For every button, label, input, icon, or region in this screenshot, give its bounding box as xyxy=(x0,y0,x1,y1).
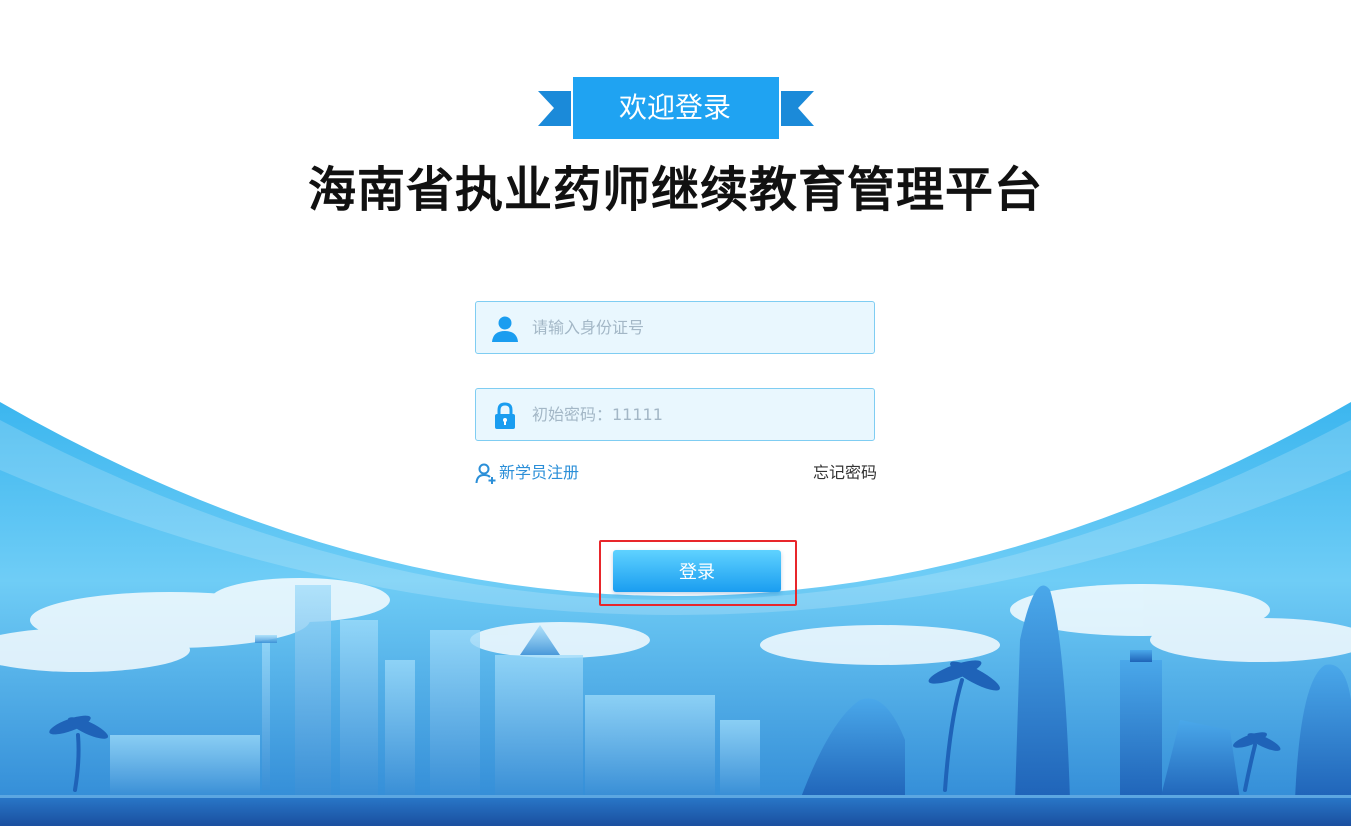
page-title: 海南省执业药师继续教育管理平台 xyxy=(307,162,1043,218)
password-input[interactable] xyxy=(532,389,862,440)
lock-icon xyxy=(495,402,515,429)
register-label: 新学员注册 xyxy=(499,463,580,482)
welcome-banner-label: 欢迎登录 xyxy=(618,91,731,124)
login-button[interactable]: 登录 xyxy=(613,550,781,592)
id-card-field xyxy=(475,301,875,354)
user-icon xyxy=(492,316,518,342)
password-field xyxy=(475,388,875,441)
id-card-input[interactable] xyxy=(532,302,862,353)
add-user-icon xyxy=(475,463,496,484)
forgot-password-link[interactable]: 忘记密码 xyxy=(775,461,877,485)
